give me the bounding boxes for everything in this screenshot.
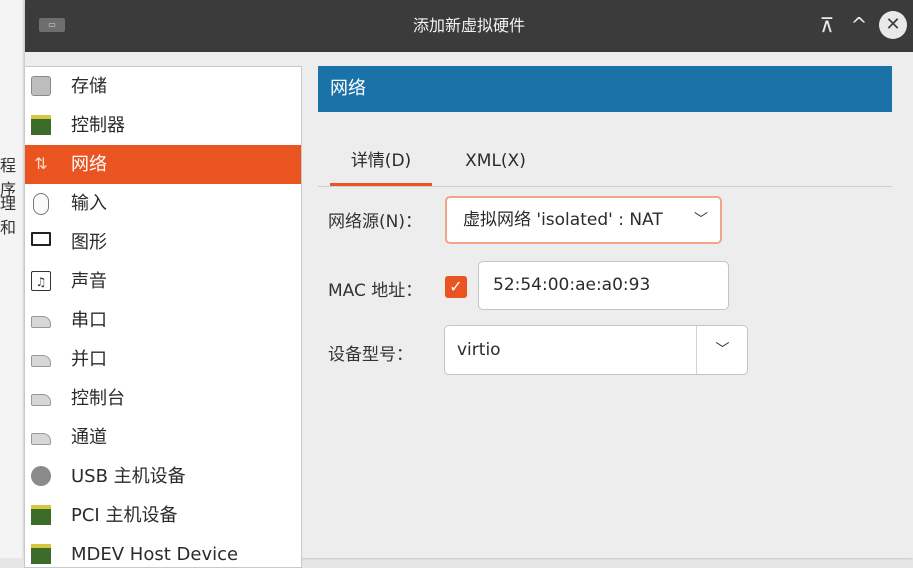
tab-details[interactable]: 详情(D): [330, 140, 432, 186]
hw-item-storage[interactable]: 存储: [25, 67, 301, 106]
mac-address-label: MAC 地址：: [328, 281, 423, 301]
serial-port-icon: [31, 316, 51, 328]
device-model-label: 设备型号：: [328, 345, 413, 365]
parallel-port-icon: [31, 355, 51, 367]
hw-item-usb-host[interactable]: USB 主机设备: [25, 457, 301, 496]
hw-item-console[interactable]: 控制台: [25, 379, 301, 418]
hw-item-channel[interactable]: 通道: [25, 418, 301, 457]
hw-item-label: USB 主机设备: [71, 466, 186, 487]
hw-item-parallel[interactable]: 并口: [25, 340, 301, 379]
hw-item-label: PCI 主机设备: [71, 505, 178, 526]
mouse-icon: [33, 193, 49, 215]
hw-item-label: 并口: [71, 349, 107, 370]
hw-item-label: 声音: [71, 271, 107, 292]
hw-item-input[interactable]: 输入: [25, 184, 301, 223]
network-source-value: 虚拟网络 'isolated' : NAT: [463, 210, 663, 230]
hw-item-label: 输入: [71, 193, 107, 214]
device-model-combo[interactable]: virtio ﹀: [444, 325, 748, 375]
section-title: 网络: [318, 66, 892, 112]
controller-card-icon: [31, 115, 51, 135]
console-icon: [31, 394, 51, 406]
pci-card-icon: [31, 505, 51, 525]
monitor-icon: [31, 232, 51, 246]
hw-item-network[interactable]: ⇅ 网络: [25, 145, 301, 184]
hw-item-label: 网络: [71, 154, 107, 175]
hw-item-label: MDEV Host Device: [71, 544, 239, 565]
hw-item-label: 控制器: [71, 115, 125, 136]
chevron-down-icon[interactable]: ﹀: [697, 326, 748, 374]
network-source-label: 网络源(N)：: [328, 212, 422, 232]
hw-item-label: 控制台: [71, 388, 125, 409]
hw-item-label: 通道: [71, 427, 107, 448]
device-model-value: virtio: [457, 340, 501, 360]
chevron-down-icon: ﹀: [694, 212, 708, 228]
network-source-dropdown[interactable]: 虚拟网络 'isolated' : NAT ﹀: [445, 196, 722, 244]
network-icon: ⇅: [34, 154, 48, 173]
hw-item-label: 存储: [71, 76, 107, 97]
hw-item-graphics[interactable]: 图形: [25, 223, 301, 262]
hw-item-mdev[interactable]: MDEV Host Device: [25, 535, 301, 567]
mac-address-input[interactable]: 52:54:00:ae:a0:93: [478, 261, 729, 310]
tab-xml[interactable]: XML(X): [448, 140, 543, 185]
storage-icon: [31, 76, 51, 96]
hw-item-serial[interactable]: 串口: [25, 301, 301, 340]
usb-icon: [31, 466, 51, 486]
hw-item-label: 串口: [71, 310, 107, 331]
sound-icon: ♫: [31, 271, 51, 291]
hardware-type-list: 存储 控制器 ⇅ 网络 输入 图形 ♫ 声音 串口 并口 控制台 通道 USB …: [24, 66, 302, 568]
mac-address-checkbox[interactable]: ✓: [445, 276, 467, 298]
hw-item-pci-host[interactable]: PCI 主机设备: [25, 496, 301, 535]
hw-item-sound[interactable]: ♫ 声音: [25, 262, 301, 301]
add-hardware-dialog: ▭ 添加新虚拟硬件 ⊼ ^ ✕ 存储 控制器 ⇅ 网络 输入 图形 ♫ 声音 串…: [24, 0, 913, 568]
channel-icon: [31, 433, 51, 445]
hw-item-controller[interactable]: 控制器: [25, 106, 301, 145]
mdev-card-icon: [31, 544, 51, 564]
tab-bar: 详情(D) XML(X): [318, 140, 892, 187]
hw-item-label: 图形: [71, 232, 107, 253]
